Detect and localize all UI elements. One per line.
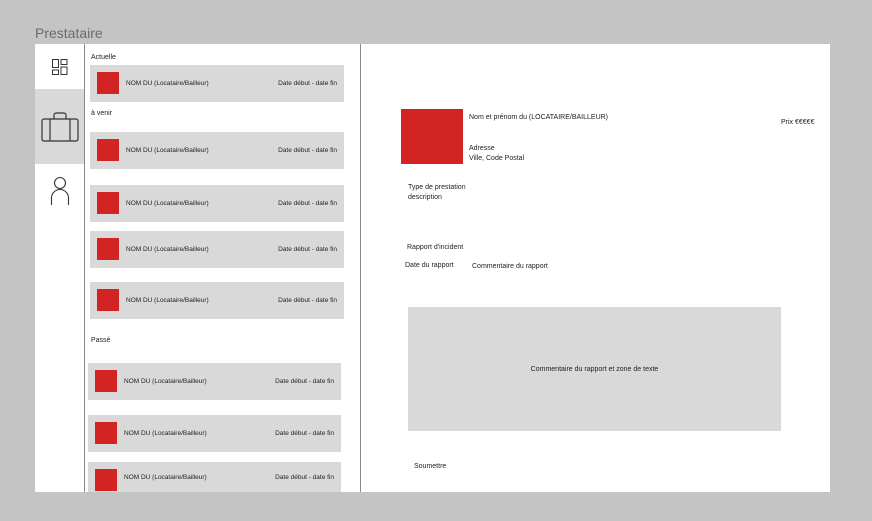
briefcase-icon — [40, 111, 79, 142]
list-item[interactable]: NOM DU (Locataire/Bailleur) Date début -… — [90, 231, 344, 268]
avatar — [95, 370, 117, 392]
avatar — [97, 238, 119, 260]
avatar — [97, 72, 119, 94]
client-city: Ville, Code Postal — [469, 155, 525, 162]
card-dates: Date début - date fin — [278, 147, 337, 154]
detail-panel: Nom et prénom du (LOCATAIRE/BAILLEUR) Ad… — [361, 44, 830, 492]
card-name: NOM DU (Locataire/Bailleur) — [126, 297, 209, 304]
avatar — [97, 139, 119, 161]
client-address: Adresse — [469, 145, 495, 152]
section-label-past: Passé — [91, 337, 111, 344]
service-type: Type de prestation — [408, 184, 466, 191]
avatar — [95, 422, 117, 444]
client-photo — [401, 109, 463, 164]
card-dates: Date début - date fin — [278, 200, 337, 207]
user-icon — [50, 176, 69, 205]
avatar — [97, 289, 119, 311]
nav-item-dashboard[interactable] — [35, 44, 84, 89]
card-name: NOM DU (Locataire/Bailleur) — [126, 80, 209, 87]
card-dates: Date début - date fin — [275, 430, 334, 437]
card-dates: Date début - date fin — [275, 378, 334, 385]
list-item[interactable]: NOM DU (Locataire/Bailleur) Date début -… — [90, 65, 344, 102]
report-date: Date du rapport — [405, 262, 454, 269]
list-item[interactable]: NOM DU (Locataire/Bailleur) Date début -… — [90, 282, 344, 319]
app-frame: Actuelle NOM DU (Locataire/Bailleur) Dat… — [35, 44, 830, 492]
incident-report-title: Rapport d'incident — [407, 244, 464, 251]
card-dates: Date début - date fin — [278, 80, 337, 87]
avatar — [97, 192, 119, 214]
prestation-list: Actuelle NOM DU (Locataire/Bailleur) Dat… — [85, 44, 361, 492]
list-item[interactable]: NOM DU (Locataire/Bailleur) Date début -… — [88, 462, 341, 492]
card-name: NOM DU (Locataire/Bailleur) — [124, 473, 207, 481]
avatar — [95, 469, 117, 491]
report-comment-textarea[interactable]: Commentaire du rapport et zone de texte — [408, 307, 781, 431]
card-name: NOM DU (Locataire/Bailleur) — [124, 430, 207, 437]
submit-button[interactable]: Soumettre — [414, 462, 446, 472]
card-name: NOM DU (Locataire/Bailleur) — [126, 147, 209, 154]
list-item[interactable]: NOM DU (Locataire/Bailleur) Date début -… — [90, 132, 344, 169]
nav-item-profile[interactable] — [35, 172, 84, 210]
card-dates: Date début - date fin — [278, 246, 337, 253]
frame-title: Prestataire — [35, 25, 103, 41]
card-name: NOM DU (Locataire/Bailleur) — [126, 246, 209, 253]
section-label-upcoming: à venir — [91, 110, 113, 117]
client-name: Nom et prénom du (LOCATAIRE/BAILLEUR) — [469, 114, 609, 121]
service-description: description — [408, 194, 442, 201]
card-dates: Date début - date fin — [278, 297, 337, 304]
nav-rail — [35, 44, 85, 492]
nav-item-missions[interactable] — [35, 89, 84, 164]
report-comment-placeholder: Commentaire du rapport et zone de texte — [530, 365, 659, 373]
list-item[interactable]: NOM DU (Locataire/Bailleur) Date début -… — [90, 185, 344, 222]
dashboard-icon — [51, 58, 67, 75]
card-dates: Date début - date fin — [275, 473, 334, 481]
list-item[interactable]: NOM DU (Locataire/Bailleur) Date début -… — [88, 363, 341, 400]
price: Prix €€€€€ — [781, 119, 815, 126]
card-name: NOM DU (Locataire/Bailleur) — [124, 378, 207, 385]
section-label-current: Actuelle — [91, 54, 116, 61]
list-item[interactable]: NOM DU (Locataire/Bailleur) Date début -… — [88, 415, 341, 452]
report-comment-label: Commentaire du rapport — [472, 263, 548, 270]
card-name: NOM DU (Locataire/Bailleur) — [126, 200, 209, 207]
